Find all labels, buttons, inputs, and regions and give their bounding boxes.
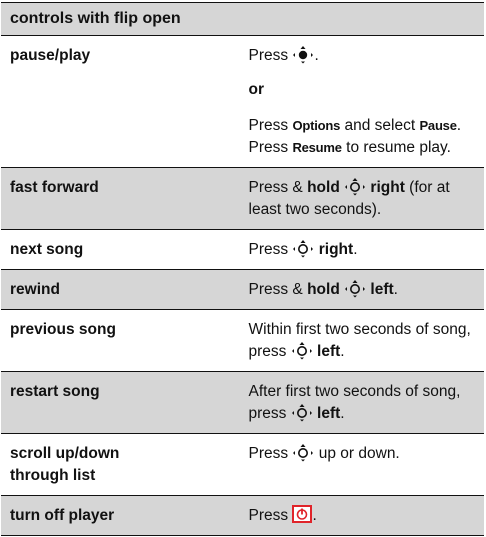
control-instruction: Press up or down.	[242, 433, 484, 496]
table-row: next song Press right.	[1, 229, 484, 270]
instruction-text: Press	[248, 117, 293, 134]
emphasis-text: right	[370, 179, 405, 196]
control-label-line: scroll up/down	[10, 445, 120, 462]
control-instruction: Press . or Press Options and select Pause.…	[242, 35, 484, 168]
table-header: controls with flip open	[1, 2, 484, 36]
instruction-line: Within first two seconds of song,	[249, 319, 475, 341]
table-row: scroll up/down through list Press up or do…	[1, 433, 484, 496]
instruction-text: least two seconds).	[248, 201, 382, 218]
instruction-text: (for at	[404, 179, 450, 196]
control-label: fast forward	[1, 167, 243, 230]
control-label: previous song	[1, 309, 243, 372]
control-label-line: through list	[10, 467, 96, 484]
instruction-text: After first two seconds of song,	[248, 383, 461, 400]
table-row: turn off player Press .	[1, 495, 484, 536]
instruction-line: Press .	[249, 505, 475, 527]
instruction-line: Press Options and select Pause.	[249, 115, 475, 137]
control-instruction: Press right.	[242, 229, 484, 270]
instruction-line: After first two seconds of song,	[249, 381, 475, 403]
control-label: rewind	[1, 269, 243, 310]
instruction-line: press left.	[249, 341, 475, 363]
instruction-text: .	[340, 405, 345, 422]
control-instruction: Within first two seconds of song, press l…	[242, 309, 484, 372]
instruction-line: least two seconds).	[249, 199, 475, 221]
instruction-line: Press .	[249, 45, 475, 67]
nav-key-icon	[292, 443, 314, 462]
control-label: turn off player	[1, 495, 243, 536]
instruction-line: Press & hold right (for at	[249, 177, 475, 199]
instruction-text: press	[248, 343, 291, 360]
nav-key-icon	[344, 279, 366, 298]
table-row: pause/play Press . or Press Options and sel…	[1, 35, 484, 168]
instruction-text: Press	[248, 47, 293, 64]
table-row: previous song Within first two seconds of…	[1, 309, 484, 372]
control-label: restart song	[1, 371, 243, 434]
softkey-label: Options	[292, 118, 341, 133]
control-instruction: After first two seconds of song, press le…	[242, 371, 484, 434]
nav-key-icon	[292, 239, 314, 258]
nav-key-icon	[291, 403, 313, 422]
controls-table-page: controls with flip open pause/play Press …	[0, 0, 486, 537]
instruction-text: .	[312, 507, 317, 524]
instruction-text: Press	[248, 445, 293, 462]
instruction-line: press left.	[249, 403, 475, 425]
instruction-text: .	[314, 47, 319, 64]
emphasis-text: left	[317, 405, 341, 422]
emphasis-text: left	[317, 343, 341, 360]
table-row: restart song After first two seconds of s…	[1, 371, 484, 434]
instruction-line: Press & hold left.	[249, 279, 475, 301]
instruction-line: Press right.	[249, 239, 475, 261]
instruction-text: press	[248, 405, 291, 422]
or-separator: or	[248, 81, 265, 98]
control-instruction: Press & hold right (for at least two seco…	[242, 167, 484, 230]
instruction-text: .	[353, 241, 358, 258]
instruction-text: Within first two seconds of song,	[248, 321, 471, 338]
instruction-line: Press up or down.	[249, 443, 475, 465]
softkey-label: Resume	[292, 140, 342, 155]
emphasis-text: left	[370, 281, 394, 298]
instruction-text: Press &	[248, 281, 308, 298]
instruction-line: Press Resume to resume play.	[249, 137, 475, 159]
control-label: scroll up/down through list	[1, 433, 243, 496]
instruction-text: .	[456, 117, 462, 134]
nav-key-icon	[291, 341, 313, 360]
emphasis-text: hold	[307, 179, 340, 196]
nav-key-icon	[344, 177, 366, 196]
softkey-label: Pause	[419, 118, 457, 133]
power-key-icon	[292, 505, 313, 523]
nav-center-key-icon	[292, 45, 314, 64]
emphasis-text: hold	[307, 281, 340, 298]
instruction-text: Press	[248, 507, 293, 524]
instruction-text: Press &	[248, 179, 308, 196]
emphasis-text: right	[318, 241, 354, 258]
instruction-text: .	[393, 281, 398, 298]
instruction-text: .	[340, 343, 345, 360]
instruction-text: up or down.	[314, 445, 400, 462]
instruction-text: Press	[248, 241, 293, 258]
instruction-text: Press	[248, 139, 293, 156]
control-instruction: Press & hold left.	[242, 269, 484, 310]
control-label: pause/play	[1, 35, 243, 168]
control-instruction: Press .	[242, 495, 484, 536]
controls-table: controls with flip open pause/play Press …	[1, 2, 484, 536]
table-row: fast forward Press & hold right (for at le…	[1, 167, 484, 230]
table-header-row: controls with flip open	[1, 2, 484, 36]
instruction-text: and select	[340, 117, 420, 134]
table-row: rewind Press & hold left.	[1, 269, 484, 310]
control-label: next song	[1, 229, 243, 270]
instruction-text: to resume play.	[341, 139, 451, 156]
